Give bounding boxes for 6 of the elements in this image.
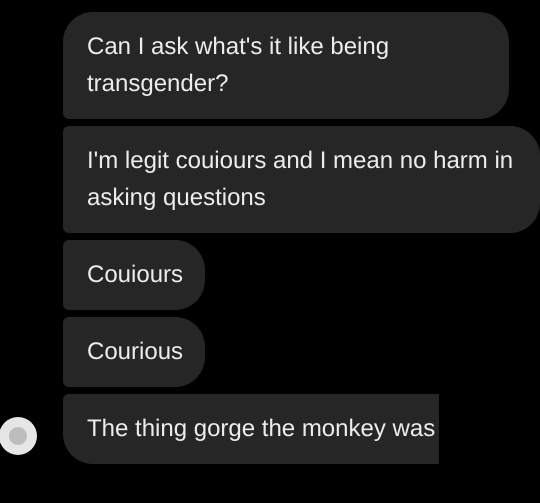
message-text: I'm legit couiours and I mean no harm in asking questions	[87, 146, 514, 213]
message-text: Couiours	[87, 260, 184, 290]
avatar-icon	[0, 416, 38, 456]
message-text: The thing gorge the monkey was	[87, 414, 436, 444]
message-text: Courious	[87, 337, 184, 367]
message-text: Can I ask what's it like being transgender?	[87, 32, 390, 99]
